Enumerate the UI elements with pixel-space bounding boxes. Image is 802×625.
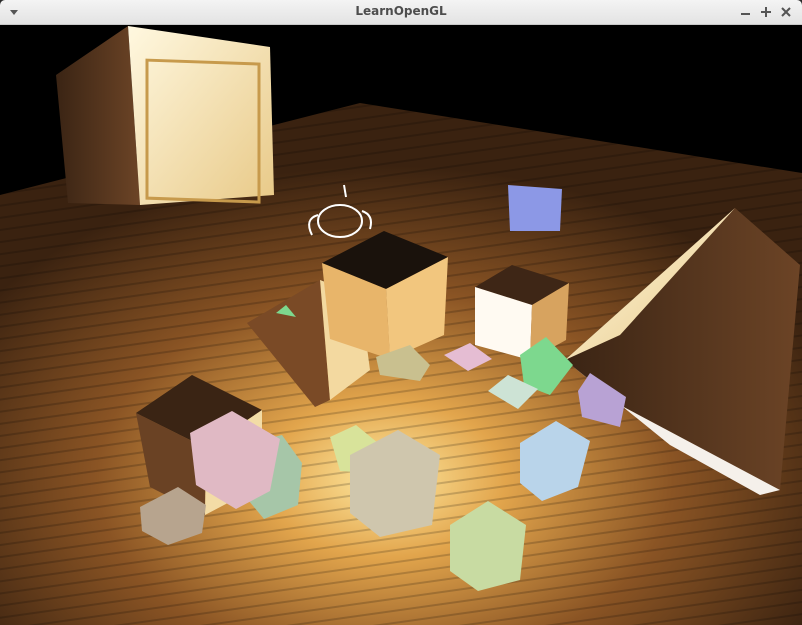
rendered-scene xyxy=(0,26,802,625)
maximize-button[interactable] xyxy=(756,2,776,22)
crate-small-right xyxy=(475,265,569,360)
close-icon xyxy=(781,7,791,17)
minimize-icon xyxy=(741,13,750,15)
app-window: LearnOpenGL xyxy=(0,0,802,625)
title-bar[interactable]: LearnOpenGL xyxy=(0,0,802,25)
plus-icon xyxy=(761,7,771,17)
close-button[interactable] xyxy=(776,2,796,22)
window-title: LearnOpenGL xyxy=(355,4,447,18)
crate-top-left xyxy=(56,26,274,205)
light-cube-blue xyxy=(508,185,562,231)
minimize-button[interactable] xyxy=(736,2,756,22)
opengl-viewport[interactable] xyxy=(0,25,802,625)
